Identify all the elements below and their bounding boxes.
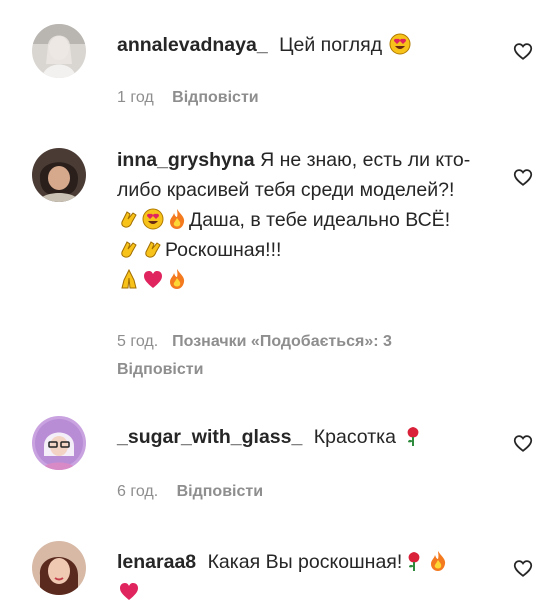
comment-username[interactable]: annalevadnaya_ (117, 34, 268, 56)
comment-meta: 6 год. Відповісти (117, 480, 497, 504)
fire-emoji-icon (431, 551, 446, 571)
comment-text: _sugar_with_glass_ Красотка (117, 422, 487, 452)
heart-outline-icon[interactable] (512, 432, 534, 454)
likes-count-link[interactable]: Позначки «Подобається»: 3 (172, 333, 392, 350)
red-heart-emoji-icon (144, 271, 162, 288)
heart-outline-icon[interactable] (512, 166, 534, 188)
fire-emoji-icon (170, 209, 185, 229)
comment-username[interactable]: _sugar_with_glass_ (117, 426, 302, 448)
comment-text: lenaraa8 Какая Вы роскошная! (117, 547, 487, 607)
heart-outline-icon[interactable] (512, 40, 534, 62)
praying-hands-emoji-icon (121, 268, 137, 289)
comment-meta: 5 год. Позначки «Подобається»: 3 Відповіс… (117, 328, 497, 384)
red-heart-emoji-icon (120, 583, 138, 600)
comment-meta: 1 год Відповісти (117, 86, 497, 110)
heart-eyes-emoji-icon (389, 33, 410, 55)
avatar[interactable] (32, 541, 86, 595)
comment-time: 6 год. (117, 483, 159, 500)
avatar[interactable] (32, 416, 86, 470)
rose-emoji-icon (408, 552, 420, 571)
comment-body: Цей погляд (279, 34, 383, 56)
clapping-hands-emoji-icon (121, 241, 137, 258)
comment-username[interactable]: lenaraa8 (117, 551, 196, 573)
avatar[interactable] (32, 24, 86, 78)
heart-outline-icon[interactable] (512, 557, 534, 579)
comment-body-part2: Даша, в тебе идеально ВСЁ! (189, 209, 451, 231)
reply-button[interactable]: Відповісти (177, 483, 263, 500)
heart-eyes-emoji-icon (142, 208, 164, 230)
reply-button[interactable]: Відповісти (172, 89, 258, 106)
reply-button[interactable]: Відповісти (117, 361, 203, 378)
avatar[interactable] (32, 148, 86, 202)
rose-emoji-icon (407, 427, 419, 446)
comment-time: 5 год. (117, 333, 159, 350)
comment-text: annalevadnaya_ Цей погляд (117, 30, 487, 60)
comment-body-part3: Роскошная!!! (165, 239, 282, 261)
comment-time: 1 год (117, 89, 154, 106)
clapping-hands-emoji-icon (121, 211, 137, 228)
comment-username[interactable]: inna_gryshyna (117, 149, 255, 171)
comment-body: Какая Вы роскошная! (207, 551, 403, 573)
comment-body: Красотка (313, 426, 396, 448)
clapping-hands-emoji-icon (145, 241, 161, 258)
fire-emoji-icon (170, 269, 185, 289)
comment-text: inna_gryshyna Я не знаю, есть ли кто-либ… (117, 145, 477, 295)
